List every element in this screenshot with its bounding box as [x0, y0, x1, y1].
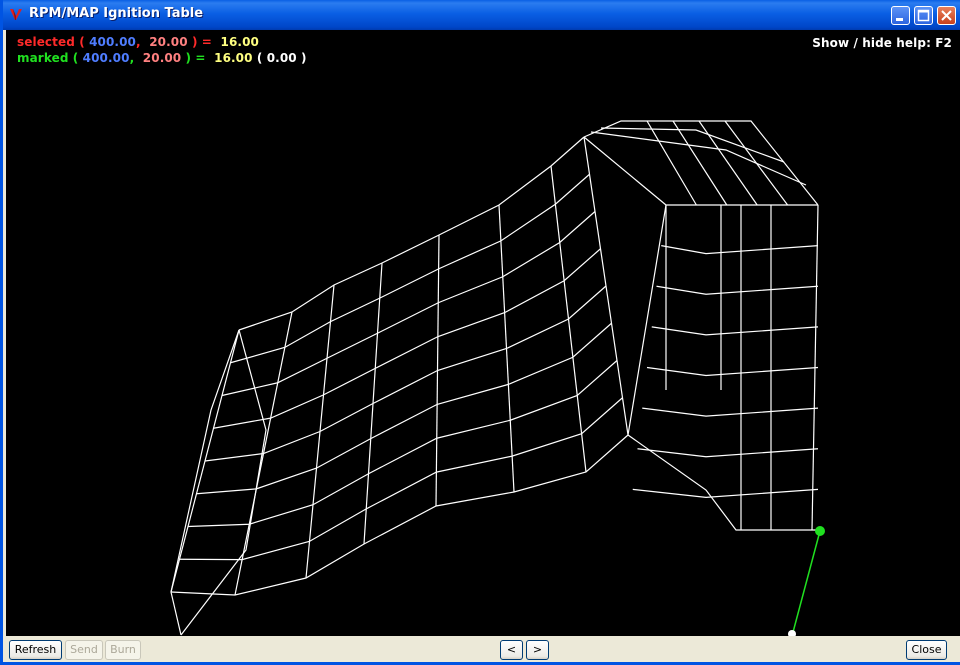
- mesh-right-row: [632, 488, 819, 498]
- mesh-right-bottom-edge: [627, 434, 818, 531]
- 3d-table-view[interactable]: selected ( 400.00, 20.00 ) = 16.00 marke…: [6, 30, 960, 636]
- mesh-front-row: [196, 322, 612, 495]
- mesh-left-edge: [170, 329, 240, 636]
- title-bar[interactable]: RPM/MAP Ignition Table: [3, 0, 960, 30]
- selected-label: selected: [17, 35, 75, 49]
- close-icon: [941, 10, 952, 21]
- send-button[interactable]: Send: [65, 640, 103, 660]
- mesh-right-front-edge: [627, 204, 667, 436]
- mesh-top-column: [646, 120, 697, 206]
- close-window-button[interactable]: [937, 6, 956, 25]
- mesh-right-row: [661, 245, 819, 255]
- selected-map: 20.00: [149, 35, 188, 49]
- next-button[interactable]: >: [526, 640, 549, 660]
- app-window: RPM/MAP Ignition Table selected ( 400.00…: [0, 0, 960, 665]
- marked-map: 20.00: [142, 51, 182, 65]
- mesh-front-row: [221, 211, 596, 397]
- selected-readout: selected ( 400.00, 20.00 ) = 16.00: [17, 35, 259, 49]
- mesh-top-column: [672, 120, 728, 206]
- mesh-top-column: [698, 120, 758, 206]
- help-hint: Show / hide help: F2: [812, 36, 952, 50]
- app-logo-icon: [10, 9, 22, 20]
- ignition-surface-mesh[interactable]: [6, 30, 960, 636]
- previous-button[interactable]: <: [500, 640, 523, 660]
- mesh-front-row: [238, 136, 585, 331]
- close-button[interactable]: Close: [906, 640, 947, 660]
- mesh-right-row: [656, 285, 819, 295]
- mesh-right-row: [646, 366, 819, 377]
- burn-button[interactable]: Burn: [105, 640, 141, 660]
- selected-point-marker[interactable]: [815, 526, 825, 536]
- marked-readout: marked ( 400.00, 20.00 ) = 16.00 ( 0.00 …: [17, 51, 307, 65]
- minimize-icon: [896, 18, 903, 21]
- button-bar: Refresh Send Burn < > Close: [6, 636, 960, 662]
- mesh-front-column: [583, 136, 629, 436]
- marker-guide-line: [791, 530, 821, 636]
- mesh-top-back-edge: [583, 120, 819, 206]
- mesh-right-row: [642, 407, 819, 417]
- window-title: RPM/MAP Ignition Table: [29, 6, 204, 21]
- selected-value: 16.00: [220, 35, 259, 49]
- mesh-right-row: [651, 326, 819, 336]
- refresh-button[interactable]: Refresh: [9, 640, 62, 660]
- mesh-front-row: [213, 248, 601, 429]
- marked-label: marked: [17, 51, 69, 65]
- marked-rpm: 400.00: [82, 51, 130, 65]
- marked-value: 16.00: [214, 51, 253, 65]
- selected-rpm: 400.00: [89, 35, 136, 49]
- marked-delta: 0.00: [266, 51, 297, 65]
- minimize-button[interactable]: [891, 6, 910, 25]
- maximize-button[interactable]: [914, 6, 933, 25]
- mesh-right-row: [637, 448, 819, 458]
- maximize-icon: [917, 9, 930, 22]
